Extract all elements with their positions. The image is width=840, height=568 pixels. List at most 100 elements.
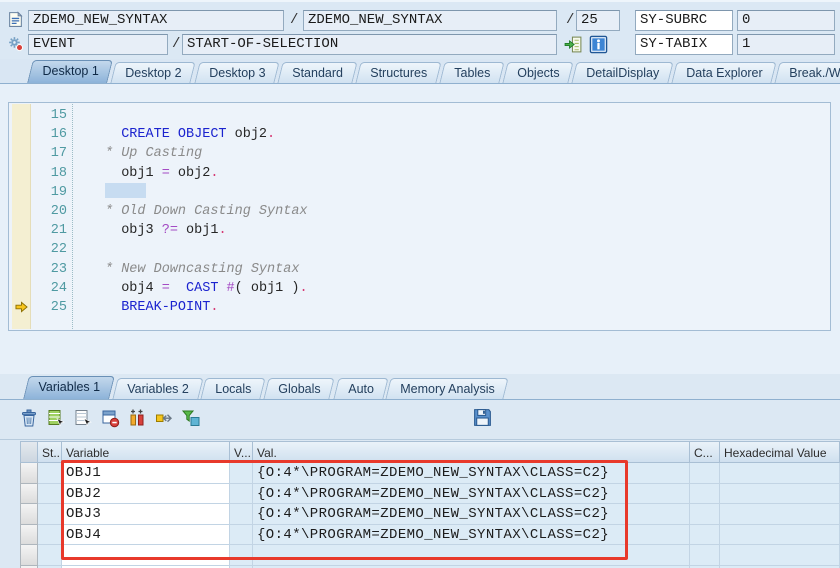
tab-tables[interactable]: Tables <box>439 62 504 83</box>
variable-value-cell[interactable]: {O:4*\PROGRAM=ZDEMO_NEW_SYNTAX\CLASS=C2} <box>253 525 690 546</box>
code-text[interactable]: * Old Down Casting Syntax <box>72 202 308 221</box>
code-text[interactable]: * New Downcasting Syntax <box>72 260 299 279</box>
tab-locals[interactable]: Locals <box>201 378 266 399</box>
tab-memory-analysis[interactable]: Memory Analysis <box>386 378 510 399</box>
gutter-cell[interactable] <box>12 144 30 163</box>
code-line-25[interactable]: 25 BREAK-POINT. <box>9 298 830 317</box>
line-number[interactable]: 19 <box>30 183 72 202</box>
variable-name-cell[interactable]: OBJ2 <box>62 484 230 505</box>
sy-tabix-label-field[interactable]: SY-TABIX <box>635 34 733 55</box>
code-text[interactable]: CREATE OBJECT obj2. <box>72 125 275 144</box>
tab-desktop-1[interactable]: Desktop 1 <box>27 60 113 83</box>
gutter-cell[interactable] <box>12 260 30 279</box>
create-filter-icon[interactable] <box>180 407 202 429</box>
line-number[interactable]: 17 <box>30 144 72 163</box>
code-line-24[interactable]: 24 obj4 = CAST #( obj1 ). <box>9 279 830 298</box>
row-selector-cell[interactable] <box>20 484 38 505</box>
gutter-cell[interactable] <box>12 164 30 183</box>
code-text[interactable] <box>72 183 146 202</box>
variable-value-cell[interactable]: {O:4*\PROGRAM=ZDEMO_NEW_SYNTAX\CLASS=C2} <box>253 504 690 525</box>
code-text[interactable]: obj3 ?= obj1. <box>72 221 227 240</box>
line-number-field[interactable]: 25 <box>576 10 620 31</box>
variable-value-cell[interactable]: {O:4*\PROGRAM=ZDEMO_NEW_SYNTAX\CLASS=C2} <box>253 484 690 505</box>
tab-desktop-2[interactable]: Desktop 2 <box>111 62 197 83</box>
code-text[interactable]: BREAK-POINT. <box>72 298 218 317</box>
row-selector-cell[interactable] <box>20 545 38 566</box>
line-number[interactable]: 21 <box>30 221 72 240</box>
code-text[interactable] <box>72 106 105 125</box>
column-header-st[interactable]: St... <box>38 441 62 463</box>
row-selector-cell[interactable] <box>20 525 38 546</box>
code-editor[interactable]: 1516 CREATE OBJECT obj2.17* Up Casting18… <box>8 102 831 331</box>
code-line-21[interactable]: 21 obj3 ?= obj1. <box>9 221 830 240</box>
event-name-field[interactable]: START-OF-SELECTION <box>182 34 557 55</box>
code-text[interactable]: obj4 = CAST #( obj1 ). <box>72 279 308 298</box>
variable-name-cell[interactable] <box>62 545 230 566</box>
code-line-22[interactable]: 22 <box>9 240 830 259</box>
column-header-v[interactable]: V... <box>230 441 253 463</box>
delete-icon[interactable] <box>18 407 40 429</box>
tab-standard[interactable]: Standard <box>277 62 357 83</box>
line-number[interactable]: 18 <box>30 164 72 183</box>
gutter-cell[interactable] <box>12 202 30 221</box>
code-line-15[interactable]: 15 <box>9 106 830 125</box>
code-text[interactable] <box>72 240 105 259</box>
variable-name-cell[interactable]: OBJ4 <box>62 525 230 546</box>
line-number[interactable]: 23 <box>30 260 72 279</box>
sy-tabix-value-field[interactable]: 1 <box>737 34 835 55</box>
variable-value-cell[interactable] <box>253 545 690 566</box>
tab-variables-2[interactable]: Variables 2 <box>112 378 203 399</box>
code-line-17[interactable]: 17* Up Casting <box>9 144 830 163</box>
event-type-field[interactable]: EVENT <box>28 34 168 55</box>
gutter-cell[interactable] <box>12 125 30 144</box>
column-header-variable[interactable]: Variable <box>62 441 230 463</box>
variable-value-cell[interactable]: {O:4*\PROGRAM=ZDEMO_NEW_SYNTAX\CLASS=C2} <box>253 463 690 484</box>
sort-ascending-table-icon[interactable] <box>45 407 67 429</box>
code-line-23[interactable]: 23* New Downcasting Syntax <box>9 260 830 279</box>
swap-column-icon[interactable] <box>153 407 175 429</box>
save-icon[interactable] <box>472 407 494 429</box>
tab-data-explorer[interactable]: Data Explorer <box>671 62 777 83</box>
program-field[interactable]: ZDEMO_NEW_SYNTAX <box>28 10 284 31</box>
row-selector-cell[interactable] <box>20 463 38 484</box>
info-icon[interactable] <box>589 35 608 54</box>
row-selector-cell[interactable] <box>20 504 38 525</box>
gutter-cell[interactable] <box>12 279 30 298</box>
line-number[interactable]: 24 <box>30 279 72 298</box>
variable-name-cell[interactable]: OBJ3 <box>62 504 230 525</box>
sy-subrc-label-field[interactable]: SY-SUBRC <box>635 10 733 31</box>
tab-detaildisplay[interactable]: DetailDisplay <box>571 62 673 83</box>
line-number[interactable]: 16 <box>30 125 72 144</box>
code-line-20[interactable]: 20* Old Down Casting Syntax <box>9 202 830 221</box>
code-text[interactable]: * Up Casting <box>72 144 202 163</box>
tab-auto[interactable]: Auto <box>333 378 388 399</box>
tab-objects[interactable]: Objects <box>502 62 574 83</box>
include-field[interactable]: ZDEMO_NEW_SYNTAX <box>303 10 557 31</box>
tab-structures[interactable]: Structures <box>355 62 441 83</box>
column-header-selector[interactable] <box>20 441 38 463</box>
column-header-c[interactable]: C... <box>690 441 720 463</box>
code-line-18[interactable]: 18 obj1 = obj2. <box>9 164 830 183</box>
sy-subrc-value-field[interactable]: 0 <box>737 10 835 31</box>
gutter-cell[interactable] <box>12 106 30 125</box>
goto-statement-icon[interactable] <box>564 35 583 54</box>
line-number[interactable]: 25 <box>30 298 72 317</box>
insert-column-icon[interactable] <box>126 407 148 429</box>
variable-name-cell[interactable]: OBJ1 <box>62 463 230 484</box>
line-number[interactable]: 20 <box>30 202 72 221</box>
column-header-hexadecimal-value[interactable]: Hexadecimal Value <box>720 441 840 463</box>
tab-break-wa[interactable]: Break./Wa <box>775 62 840 83</box>
line-number[interactable]: 22 <box>30 240 72 259</box>
code-text[interactable]: obj1 = obj2. <box>72 164 218 183</box>
column-header-val[interactable]: Val. <box>253 441 690 463</box>
tab-desktop-3[interactable]: Desktop 3 <box>194 62 280 83</box>
gutter-cell[interactable] <box>12 183 30 202</box>
sort-descending-table-icon[interactable] <box>72 407 94 429</box>
line-number[interactable]: 15 <box>30 106 72 125</box>
code-line-19[interactable]: 19 <box>9 183 830 202</box>
tab-variables-1[interactable]: Variables 1 <box>23 376 114 399</box>
remove-column-icon[interactable] <box>99 407 121 429</box>
gutter-cell[interactable] <box>12 240 30 259</box>
tab-globals[interactable]: Globals <box>264 378 336 399</box>
gutter-cell[interactable] <box>12 221 30 240</box>
